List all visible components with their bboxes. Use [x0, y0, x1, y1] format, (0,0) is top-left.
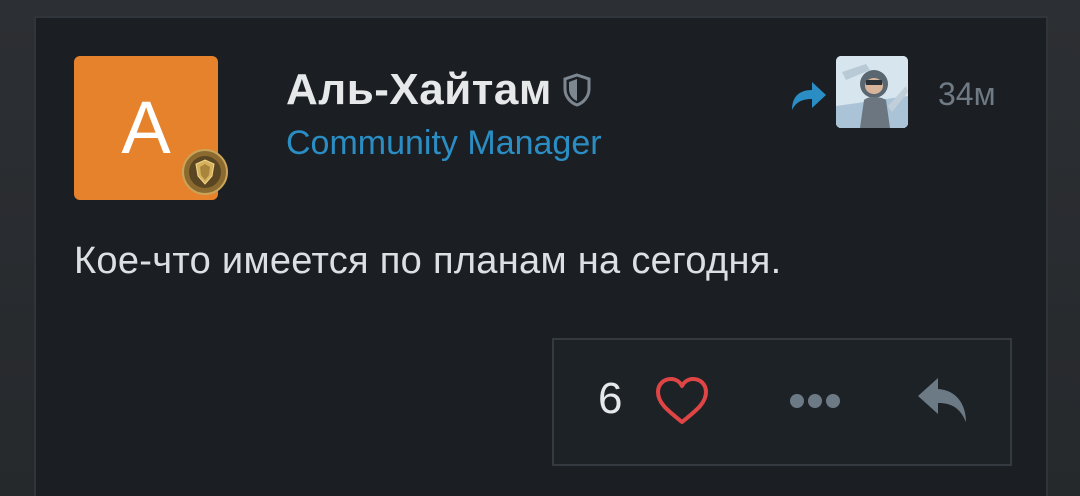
post-text: Кое-что имеется по планам на сегодня. [74, 240, 782, 282]
rank-badge-icon [181, 148, 229, 196]
repost-arrow-icon [788, 78, 830, 114]
author-role: Community Manager [286, 124, 602, 162]
shield-icon [562, 73, 592, 107]
heart-icon[interactable] [654, 376, 710, 426]
post-actions-bar: 6 [552, 338, 1012, 466]
post-time: 34м [938, 76, 996, 112]
page: А Аль-Хайтам Community Manager 34м Кое-ч… [0, 0, 1080, 496]
like-count: 6 [598, 374, 623, 423]
more-options-icon[interactable] [788, 390, 842, 412]
author-row: Аль-Хайтам [286, 62, 592, 118]
post-card: А Аль-Хайтам Community Manager 34м Кое-ч… [34, 16, 1048, 496]
source-thumbnail[interactable] [836, 56, 908, 128]
author-name[interactable]: Аль-Хайтам [286, 65, 552, 115]
reply-icon[interactable] [914, 374, 972, 426]
